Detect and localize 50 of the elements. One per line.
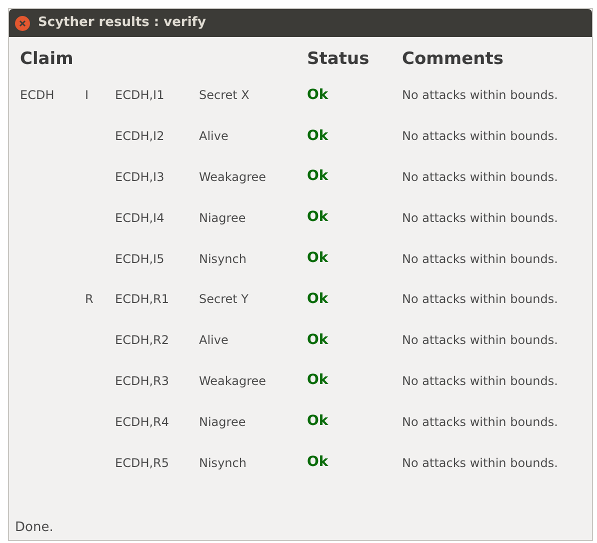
table-cell-text: No attacks within bounds. [402, 414, 558, 431]
table-cell-text: Niagree [199, 210, 246, 227]
table-cell-text: Secret Y [199, 291, 248, 308]
table-cell-text: No attacks within bounds. [402, 332, 558, 350]
table-cell-text: ECDH,R5 [115, 454, 170, 472]
table-cell-text: No attacks within bounds. [402, 128, 558, 146]
table-cell-text: ECDH,I3 [115, 168, 164, 186]
close-button[interactable] [15, 16, 30, 30]
table-cell-text: No attacks within bounds. [402, 87, 558, 104]
status-text: Ok [307, 330, 328, 350]
status-text: Ok [307, 290, 328, 309]
column-header: Status [307, 48, 370, 71]
table-cell-text: ECDH,I5 [115, 250, 164, 268]
status-text: Ok [307, 371, 328, 390]
close-icon [19, 20, 26, 26]
table-cell-text: No attacks within bounds. [402, 454, 558, 472]
status-text: Ok [307, 167, 328, 186]
table-cell-text: ECDH,I1 [115, 87, 164, 104]
table-cell-text: Weakagree [199, 168, 266, 186]
table-cell-text: I [85, 87, 89, 104]
status-text: Ok [307, 86, 328, 105]
table-cell-text: Alive [199, 128, 228, 146]
table-cell-text: Nisynch [199, 250, 246, 268]
window-title: Scyther results : verify [38, 14, 206, 32]
table-cell-text: ECDH,I2 [115, 128, 164, 146]
table-cell-text: No attacks within bounds. [402, 291, 558, 308]
status-text: Ok [307, 208, 328, 228]
column-header: Comments [402, 48, 504, 71]
table-cell-text: R [85, 291, 94, 308]
table-cell-text: Secret X [199, 87, 250, 104]
table-cell-text: ECDH,R2 [115, 332, 170, 350]
table-cell-text: ECDH [20, 87, 54, 104]
table-cell-text: ECDH,R1 [115, 291, 170, 308]
column-header: Claim [20, 48, 74, 71]
table-cell-text: ECDH,R3 [115, 372, 170, 390]
status-text: Ok [307, 453, 328, 472]
table-cell-text: Niagree [199, 414, 246, 431]
status-text: Ok [307, 412, 328, 432]
table-cell-text: No attacks within bounds. [402, 372, 558, 390]
table-cell-text: No attacks within bounds. [402, 250, 558, 268]
status-text: Done. [15, 518, 54, 536]
table-cell-text: No attacks within bounds. [402, 210, 558, 227]
table-cell-text: Alive [199, 332, 228, 350]
table-cell-text: Nisynch [199, 454, 246, 472]
table-cell-text: Weakagree [199, 372, 266, 390]
table-cell-text: ECDH,I4 [115, 210, 164, 227]
status-text: Ok [307, 249, 328, 268]
table-cell-text: ECDH,R4 [115, 414, 170, 431]
table-cell-text: No attacks within bounds. [402, 168, 558, 186]
status-text: Ok [307, 126, 328, 146]
